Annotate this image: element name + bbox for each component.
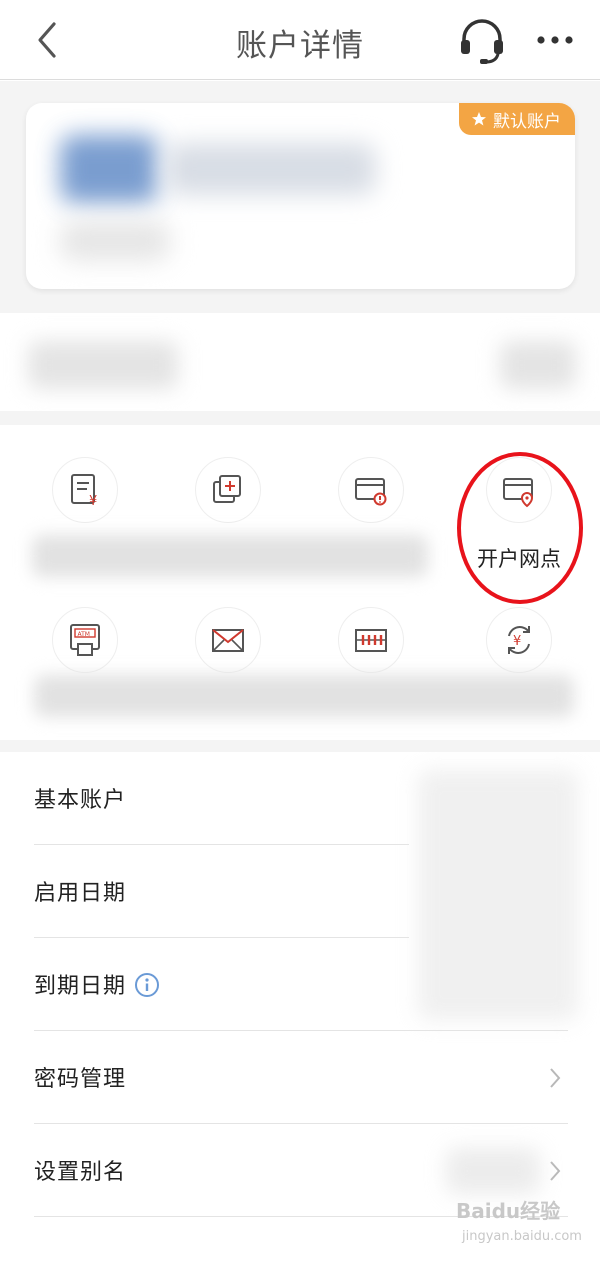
info-icon[interactable]	[134, 972, 160, 998]
balance-row	[0, 313, 600, 411]
svg-text:¥: ¥	[513, 634, 521, 649]
more-button[interactable]	[534, 22, 576, 58]
watermark-url: jingyan.baidu.com	[462, 1229, 582, 1244]
activation-date-row: 启用日期	[34, 845, 409, 938]
password-management-label: 密码管理	[34, 1067, 127, 1092]
blurred-detail-values	[418, 770, 578, 1020]
section-divider	[0, 411, 600, 425]
more-dots-icon	[537, 36, 573, 44]
action-icon-wrap: ATM	[52, 607, 118, 673]
expiry-date-label: 到期日期	[34, 974, 127, 999]
blurred-card-logo	[60, 135, 158, 203]
blurred-alias-value	[446, 1148, 540, 1194]
account-card[interactable]: 默认账户	[26, 103, 575, 289]
default-account-label: 默认账户	[493, 111, 561, 132]
chevron-right-icon	[550, 1068, 561, 1088]
action-icon-wrap: ¥	[52, 457, 118, 523]
yuan-exchange-icon: ¥	[508, 626, 530, 654]
add-card-icon	[213, 475, 241, 503]
action-icon-wrap	[338, 607, 404, 673]
account-details-list: 基本账户 启用日期 到期日期 密码管理 设置别名	[0, 752, 600, 1262]
highlight-circle	[457, 452, 583, 604]
blurred-balance-value	[500, 341, 576, 389]
blurred-action-labels-row1	[32, 535, 428, 577]
basic-account-row: 基本账户	[34, 752, 409, 845]
chevron-right-icon	[550, 1161, 561, 1181]
blurred-account-name	[166, 143, 376, 195]
svg-text:ATM: ATM	[78, 631, 90, 638]
watermark-text: Baidu经验	[456, 1199, 561, 1223]
baidu-jingyan-watermark: Baidu经验 jingyan.baidu.com	[456, 1195, 586, 1251]
abacus-icon	[355, 629, 387, 652]
section-divider	[0, 740, 600, 752]
svg-text:¥: ¥	[89, 494, 97, 508]
blurred-balance-label	[28, 341, 178, 389]
action-icon-wrap	[338, 457, 404, 523]
card-alert-icon	[355, 478, 387, 506]
password-management-row[interactable]: 密码管理	[34, 1031, 568, 1124]
action-icon-wrap	[195, 457, 261, 523]
basic-account-label: 基本账户	[34, 788, 127, 813]
customer-service-button[interactable]	[456, 14, 508, 66]
atm-icon: ATM	[70, 624, 100, 656]
blurred-account-number	[60, 221, 170, 261]
action-icon-wrap	[195, 607, 261, 673]
default-account-badge: 默认账户	[459, 103, 575, 135]
action-icon-wrap: ¥	[486, 607, 552, 673]
headset-icon	[461, 19, 503, 64]
envelope-icon	[212, 629, 244, 652]
set-alias-label: 设置别名	[34, 1160, 127, 1185]
page-title: 账户详情	[236, 28, 364, 64]
star-icon	[472, 112, 486, 126]
top-bar: 账户详情	[0, 0, 600, 80]
blurred-action-labels-row2	[34, 675, 574, 717]
account-card-section: 默认账户	[0, 81, 600, 313]
activation-date-label: 启用日期	[34, 881, 127, 906]
bill-yuan-icon: ¥	[71, 474, 97, 508]
